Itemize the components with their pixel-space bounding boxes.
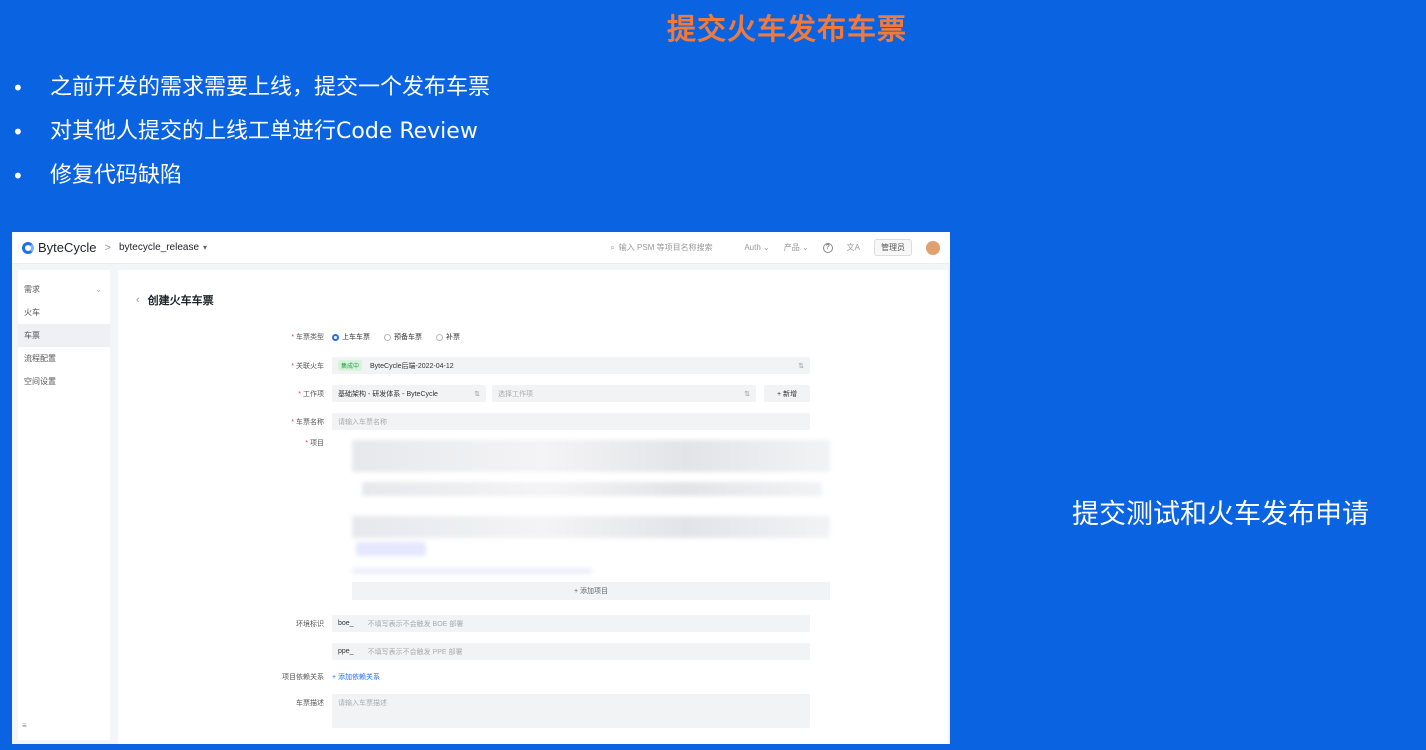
- bytecycle-logo-icon: [22, 241, 34, 254]
- bullet-text: 之前开发的需求需要上线，提交一个发布车票: [50, 75, 491, 100]
- ticket-name-input[interactable]: 请输入车票名称: [332, 413, 810, 430]
- translate-icon[interactable]: 文A: [847, 242, 860, 253]
- project-label: * 项目: [305, 440, 324, 447]
- workitem-space-value: 基础架构 - 研发体系 - ByteCycle: [338, 390, 438, 398]
- project-name: bytecycle_release: [118, 242, 200, 253]
- sidebar-item-label: 车票: [24, 331, 40, 340]
- search-placeholder: 输入 PSM 等项目名称搜索: [618, 243, 713, 252]
- workitem-space-select[interactable]: 基础架构 - 研发体系 - ByteCycle ⇅: [332, 385, 486, 402]
- env-label: 环境标识: [296, 620, 324, 628]
- top-bar: ByteCycle > bytecycle_release ▾ ⌕ 输入 PSM …: [12, 232, 950, 264]
- collapse-sidebar-icon[interactable]: ≡: [22, 721, 27, 730]
- row-description: 车票描述 请输入车票描述: [118, 694, 810, 728]
- sidebar-item-label: 空间设置: [24, 377, 56, 386]
- search-icon: ⌕: [610, 242, 615, 252]
- bullet-text: 修复代码缺陷: [50, 163, 183, 188]
- row-ticket-name: * 车票名称 请输入车票名称: [118, 413, 810, 430]
- caret-down-icon: ▾: [203, 243, 208, 252]
- back-icon[interactable]: ‹: [136, 294, 140, 306]
- sidebar-item-label: 需求: [24, 285, 40, 294]
- ticket-type-label: * 车票类型: [291, 334, 324, 341]
- radio-boarding-ticket[interactable]: 上车车票: [332, 332, 370, 342]
- project-entry-redacted: [352, 568, 592, 574]
- row-env-ppe: ppe_ 不填写表示不会触发 PPE 部署: [118, 643, 810, 660]
- sidebar-item-flow-config[interactable]: 流程配置: [18, 347, 110, 370]
- row-env-boe: 环境标识 boe_ 不填写表示不会触发 BOE 部署: [118, 615, 810, 632]
- sidebar-item-ticket[interactable]: 车票: [18, 324, 110, 347]
- row-workitem: * 工作项 基础架构 - 研发体系 - ByteCycle ⇅ 选择工作项 ⇅ +…: [118, 385, 810, 402]
- env-ppe-prefix: ppe_: [338, 648, 354, 655]
- bullet-item: • 对其他人提交的上线工单进行Code Review: [12, 110, 490, 154]
- train-label: * 关联火车: [291, 362, 324, 370]
- menu-product-label: 产品: [783, 243, 800, 252]
- menu-auth[interactable]: Auth ⌄: [744, 243, 769, 252]
- bullet-dot: •: [12, 120, 24, 144]
- main-content: ‹ 创建火车车票 * 车票类型 上车车票 预备车票 补票 * 关联火车 集成中 By…: [118, 270, 948, 744]
- add-dependency-link[interactable]: + 添加依赖关系: [332, 672, 380, 682]
- bullet-item: • 之前开发的需求需要上线，提交一个发布车票: [12, 66, 490, 110]
- project-entry-redacted[interactable]: [352, 516, 830, 538]
- radio-unchecked-icon: [436, 333, 443, 341]
- global-search[interactable]: ⌕ 输入 PSM 等项目名称搜索: [610, 242, 730, 253]
- project-entry-redacted[interactable]: [362, 482, 822, 496]
- env-boe-placeholder: 不填写表示不会触发 BOE 部署: [367, 620, 464, 628]
- select-arrows-icon: ⇅: [474, 390, 480, 398]
- top-right-tools: ⌕ 输入 PSM 等项目名称搜索 Auth ⌄ 产品 ⌄ ? 文A 管理员: [610, 239, 940, 256]
- radio-supplementary-ticket[interactable]: 补票: [436, 332, 460, 342]
- env-ppe-input[interactable]: ppe_ 不填写表示不会触发 PPE 部署: [332, 643, 810, 660]
- bullet-text: 对其他人提交的上线工单进行Code Review: [50, 119, 478, 144]
- bullet-list: • 之前开发的需求需要上线，提交一个发布车票 • 对其他人提交的上线工单进行Code…: [12, 66, 490, 198]
- train-value: ByteCycle后端-2022-04-12: [370, 362, 454, 370]
- bullet-dot: •: [12, 76, 24, 100]
- sidebar-item-space-settings[interactable]: 空间设置: [18, 370, 110, 393]
- page-header: ‹ 创建火车车票: [136, 292, 214, 308]
- row-project: * 项目: [118, 438, 332, 448]
- menu-product[interactable]: 产品 ⌄: [784, 242, 809, 253]
- train-select[interactable]: 集成中 ByteCycle后端-2022-04-12 ⇅: [332, 357, 810, 374]
- project-tag-redacted: [356, 542, 426, 556]
- add-workitem-button[interactable]: + 新增: [764, 385, 810, 402]
- app-screenshot: ByteCycle > bytecycle_release ▾ ⌕ 输入 PSM …: [12, 232, 950, 744]
- project-entry-redacted[interactable]: [352, 440, 830, 472]
- row-ticket-type: * 车票类型 上车车票 预备车票 补票: [118, 332, 474, 342]
- sidebar-item-label: 火车: [24, 308, 40, 317]
- project-switcher[interactable]: bytecycle_release ▾: [119, 242, 207, 253]
- workitem-label: * 工作项: [298, 390, 324, 398]
- radio-checked-icon: [332, 333, 339, 341]
- bullet-item: • 修复代码缺陷: [12, 154, 490, 198]
- side-caption: 提交测试和火车发布申请: [1072, 499, 1369, 530]
- radio-unchecked-icon: [384, 333, 391, 341]
- slide-title: 提交火车发布车票: [666, 12, 907, 46]
- page-title: 创建火车车票: [147, 295, 214, 307]
- workitem-select[interactable]: 选择工作项 ⇅: [492, 385, 756, 402]
- workitem-placeholder: 选择工作项: [498, 390, 533, 398]
- brand-logo[interactable]: ByteCycle: [22, 240, 97, 255]
- admin-button[interactable]: 管理员: [874, 239, 912, 256]
- sidebar-item-label: 流程配置: [24, 354, 56, 363]
- description-textarea[interactable]: 请输入车票描述: [332, 694, 810, 728]
- row-train: * 关联火车 集成中 ByteCycle后端-2022-04-12 ⇅: [118, 357, 810, 374]
- sidebar: 需求 ⌄ 火车 车票 流程配置 空间设置 ≡: [18, 270, 110, 740]
- dependency-label: 项目依赖关系: [282, 674, 324, 681]
- env-ppe-placeholder: 不填写表示不会触发 PPE 部署: [367, 648, 463, 656]
- menu-auth-label: Auth: [744, 243, 761, 252]
- status-badge: 集成中: [338, 360, 363, 371]
- add-project-button[interactable]: + 添加项目: [352, 582, 830, 600]
- description-label: 车票描述: [296, 700, 324, 707]
- brand-name: ByteCycle: [38, 240, 97, 255]
- ticket-name-label: * 车票名称: [291, 418, 324, 426]
- bullet-dot: •: [12, 164, 24, 188]
- sidebar-item-train[interactable]: 火车: [18, 301, 110, 324]
- radio-reserve-ticket[interactable]: 预备车票: [384, 332, 422, 342]
- sidebar-item-requirements[interactable]: 需求 ⌄: [18, 278, 110, 301]
- select-arrows-icon: ⇅: [798, 362, 804, 370]
- avatar[interactable]: [926, 240, 940, 255]
- breadcrumb-separator: >: [104, 241, 111, 254]
- help-icon[interactable]: ?: [822, 242, 833, 253]
- env-boe-input[interactable]: boe_ 不填写表示不会触发 BOE 部署: [332, 615, 810, 632]
- row-dependency: 项目依赖关系 + 添加依赖关系: [118, 672, 380, 682]
- env-boe-prefix: boe_: [338, 620, 354, 627]
- chevron-down-icon: ⌄: [95, 285, 102, 294]
- select-arrows-icon: ⇅: [744, 390, 750, 398]
